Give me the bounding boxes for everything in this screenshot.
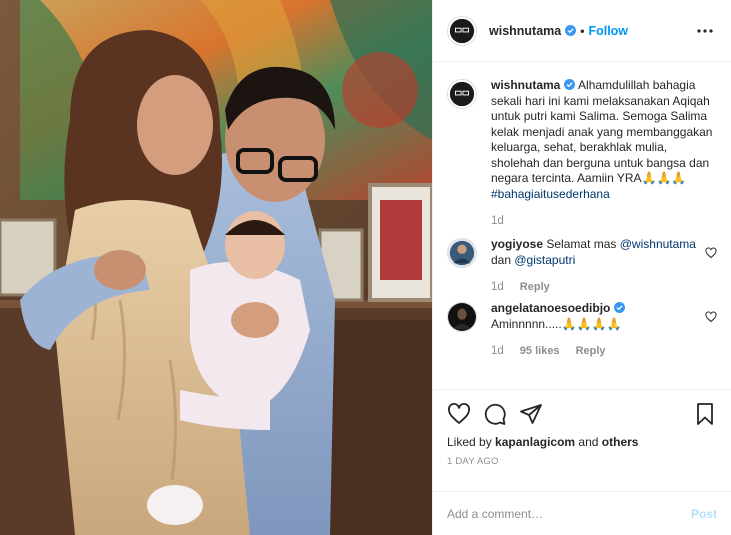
caption-text: Alhamdulillah bahagia sekali hari ini ka…: [491, 78, 713, 185]
comment-likes-count[interactable]: 95 likes: [520, 345, 560, 357]
comments-list[interactable]: wishnutama Alhamdulillah bahagia sekali …: [433, 62, 731, 389]
liked-by-suffix: and: [578, 435, 599, 449]
comment-meta: 1d 95 likes Reply: [491, 345, 699, 357]
verified-badge-icon: [564, 79, 576, 90]
reply-button[interactable]: Reply: [576, 345, 606, 357]
comment-content: angelatanoesoedibjo Aminnnnn.....🙏🙏🙏🙏 1d…: [491, 301, 717, 357]
user-avatar-icon: [448, 303, 476, 331]
post-actions: Liked by kapanlagicom and others 1 DAY A…: [433, 389, 731, 491]
liked-by-line: Liked by kapanlagicom and others: [447, 435, 717, 449]
post-photo[interactable]: [0, 0, 432, 535]
verified-badge-icon: [614, 302, 626, 313]
comment-row: angelatanoesoedibjo Aminnnnn.....🙏🙏🙏🙏 1d…: [447, 301, 717, 357]
family-photo-illustration: [0, 0, 432, 535]
reply-button[interactable]: Reply: [520, 281, 550, 293]
user-avatar-icon: [448, 239, 476, 267]
like-heart-icon[interactable]: [447, 402, 471, 426]
liked-by-others[interactable]: others: [602, 435, 639, 449]
avatar[interactable]: [447, 15, 477, 46]
comment-username[interactable]: yogiyose: [491, 237, 543, 251]
caption-text-block: wishnutama Alhamdulillah bahagia sekali …: [491, 78, 717, 202]
comment-text-block: yogiyose Selamat mas @wishnutama dan @gi…: [491, 237, 699, 268]
action-icons-bar: [447, 400, 717, 428]
comment-meta: 1d Reply: [491, 281, 699, 293]
save-bookmark-icon[interactable]: [693, 402, 717, 426]
caption-content: wishnutama Alhamdulillah bahagia sekali …: [491, 78, 717, 227]
caption-row: wishnutama Alhamdulillah bahagia sekali …: [447, 78, 717, 227]
comment-username[interactable]: angelatanoesoedibjo: [491, 301, 610, 315]
comment-text: Selamat mas: [546, 237, 617, 251]
caption-time[interactable]: 1d: [491, 215, 504, 227]
more-options-icon: [697, 28, 713, 33]
add-comment-bar: Post: [433, 491, 731, 535]
liked-by-user[interactable]: kapanlagicom: [495, 435, 575, 449]
user-avatar-icon: [448, 80, 476, 108]
follow-button[interactable]: Follow: [588, 24, 628, 38]
comment-text-block: angelatanoesoedibjo Aminnnnn.....🙏🙏🙏🙏: [491, 301, 699, 332]
mention-link[interactable]: @gistaputri: [514, 253, 575, 267]
liked-by-prefix: Liked by: [447, 435, 492, 449]
share-send-icon[interactable]: [519, 402, 543, 426]
mention-link[interactable]: @wishnutama: [620, 237, 696, 251]
post-side-panel: wishnutama • Follow wishnutama Alhamduli…: [432, 0, 731, 535]
comment-content: yogiyose Selamat mas @wishnutama dan @gi…: [491, 237, 717, 293]
header-username[interactable]: wishnutama: [489, 24, 561, 38]
post-header: wishnutama • Follow: [433, 0, 731, 62]
more-options-button[interactable]: [693, 24, 717, 38]
header-separator: •: [580, 23, 585, 38]
avatar[interactable]: [447, 302, 477, 332]
user-avatar-icon: [448, 16, 476, 45]
avatar[interactable]: [447, 79, 477, 109]
post-timestamp[interactable]: 1 DAY AGO: [447, 456, 717, 467]
comment-row: yogiyose Selamat mas @wishnutama dan @gi…: [447, 237, 717, 293]
avatar[interactable]: [447, 238, 477, 268]
like-comment-heart-icon[interactable]: [705, 247, 717, 259]
comment-time[interactable]: 1d: [491, 345, 504, 357]
caption-username[interactable]: wishnutama: [491, 78, 560, 92]
comment-text: Aminnnnn.....🙏🙏🙏🙏: [491, 316, 622, 331]
hashtag-link[interactable]: #bahagiaitusederhana: [491, 187, 610, 201]
instagram-post: wishnutama • Follow wishnutama Alhamduli…: [0, 0, 731, 535]
comment-joiner: dan: [491, 252, 512, 267]
verified-badge-icon: [565, 25, 577, 36]
like-comment-heart-icon[interactable]: [705, 311, 717, 323]
caption-meta: 1d: [491, 215, 717, 227]
comment-input[interactable]: [447, 506, 691, 521]
comment-bubble-icon[interactable]: [483, 402, 507, 426]
comment-time[interactable]: 1d: [491, 281, 504, 293]
post-comment-button[interactable]: Post: [691, 507, 717, 521]
